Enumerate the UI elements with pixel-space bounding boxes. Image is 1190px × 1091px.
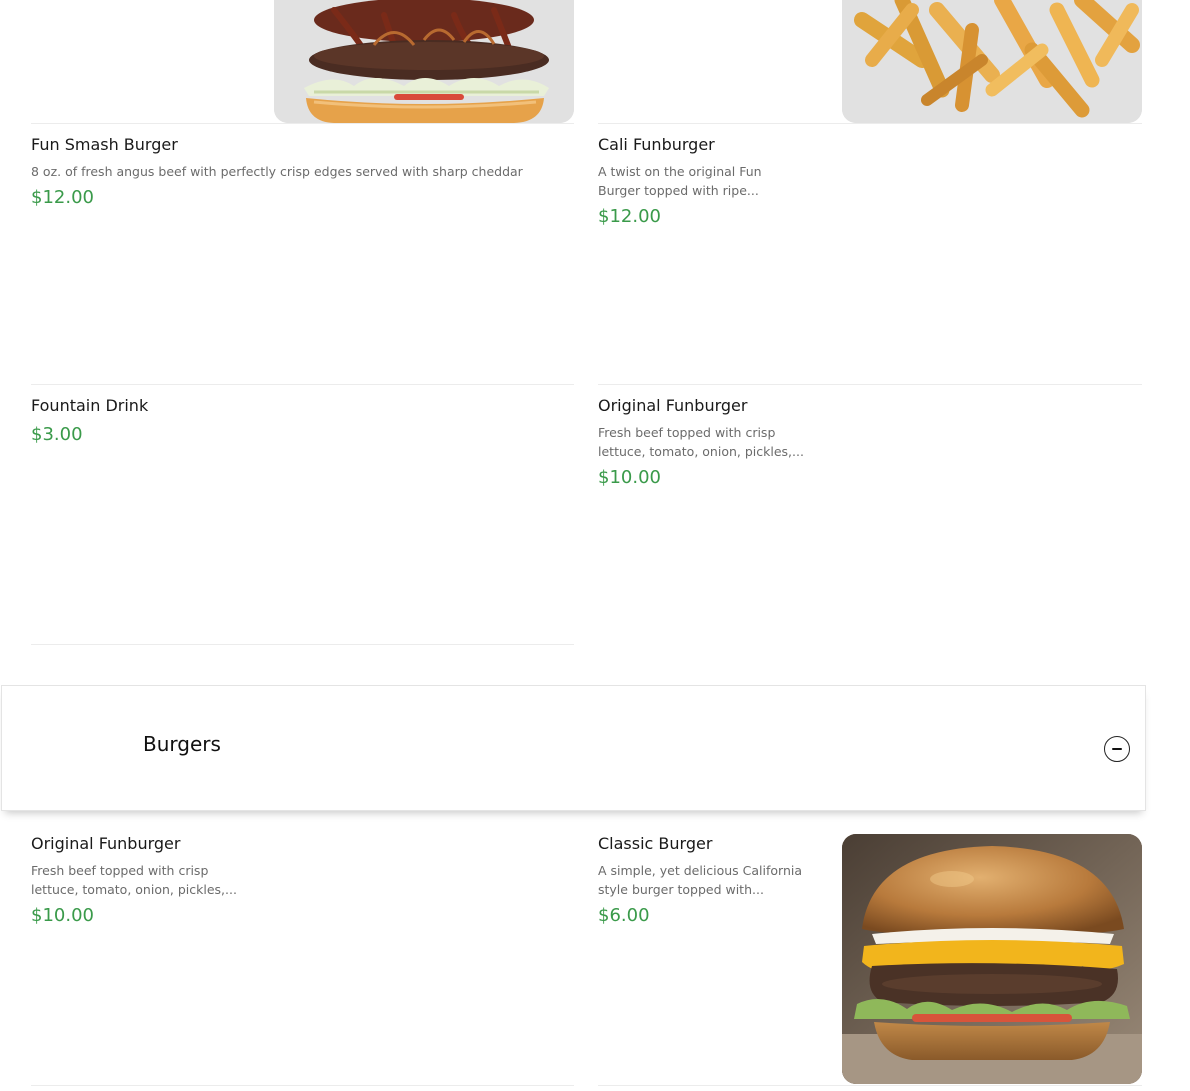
menu-item-fun-smash-burger[interactable]: Fun Smash Burger 8 oz. of fresh angus be… <box>31 123 574 384</box>
item-price: $12.00 <box>598 206 661 227</box>
fries-photo-art <box>842 0 1142 123</box>
cheeseburger-photo <box>842 834 1142 1084</box>
item-description: Fresh beef topped with crisp lettuce, to… <box>31 863 237 897</box>
item-name: Original Funburger <box>598 396 748 415</box>
item-description: A simple, yet delicious California style… <box>598 863 803 897</box>
item-description: Fresh beef topped with crisp lettuce, to… <box>598 425 804 459</box>
menu-item-original-funburger-burgers[interactable]: Original Funburger Fresh beef topped wit… <box>31 823 574 1086</box>
burger-photo <box>274 0 574 123</box>
category-header-burgers[interactable]: Burgers <box>1 685 1146 811</box>
item-price: $12.00 <box>31 187 94 208</box>
menu-item-original-funburger[interactable]: Original Funburger Fresh beef topped wit… <box>598 384 1142 645</box>
category-title: Burgers <box>143 732 221 756</box>
cheeseburger-photo-art <box>842 834 1142 1084</box>
item-price: $3.00 <box>31 424 83 445</box>
burger-photo-art <box>274 0 574 123</box>
minus-circle-icon[interactable] <box>1104 736 1130 762</box>
item-price: $6.00 <box>598 905 650 926</box>
item-name: Classic Burger <box>598 834 713 853</box>
menu-item-fountain-drink[interactable]: Fountain Drink $3.00 <box>31 384 574 645</box>
menu-item-cali-funburger[interactable]: Cali Funburger A twist on the original F… <box>598 123 1142 384</box>
item-price: $10.00 <box>598 467 661 488</box>
item-name: Cali Funburger <box>598 135 715 154</box>
item-description: A twist on the original Fun Burger toppe… <box>598 164 762 198</box>
item-price: $10.00 <box>31 905 94 926</box>
item-name: Original Funburger <box>31 834 181 853</box>
item-name: Fun Smash Burger <box>31 135 178 154</box>
fries-photo <box>842 0 1142 123</box>
item-name: Fountain Drink <box>31 396 149 415</box>
item-description: 8 oz. of fresh angus beef with perfectly… <box>31 164 523 179</box>
